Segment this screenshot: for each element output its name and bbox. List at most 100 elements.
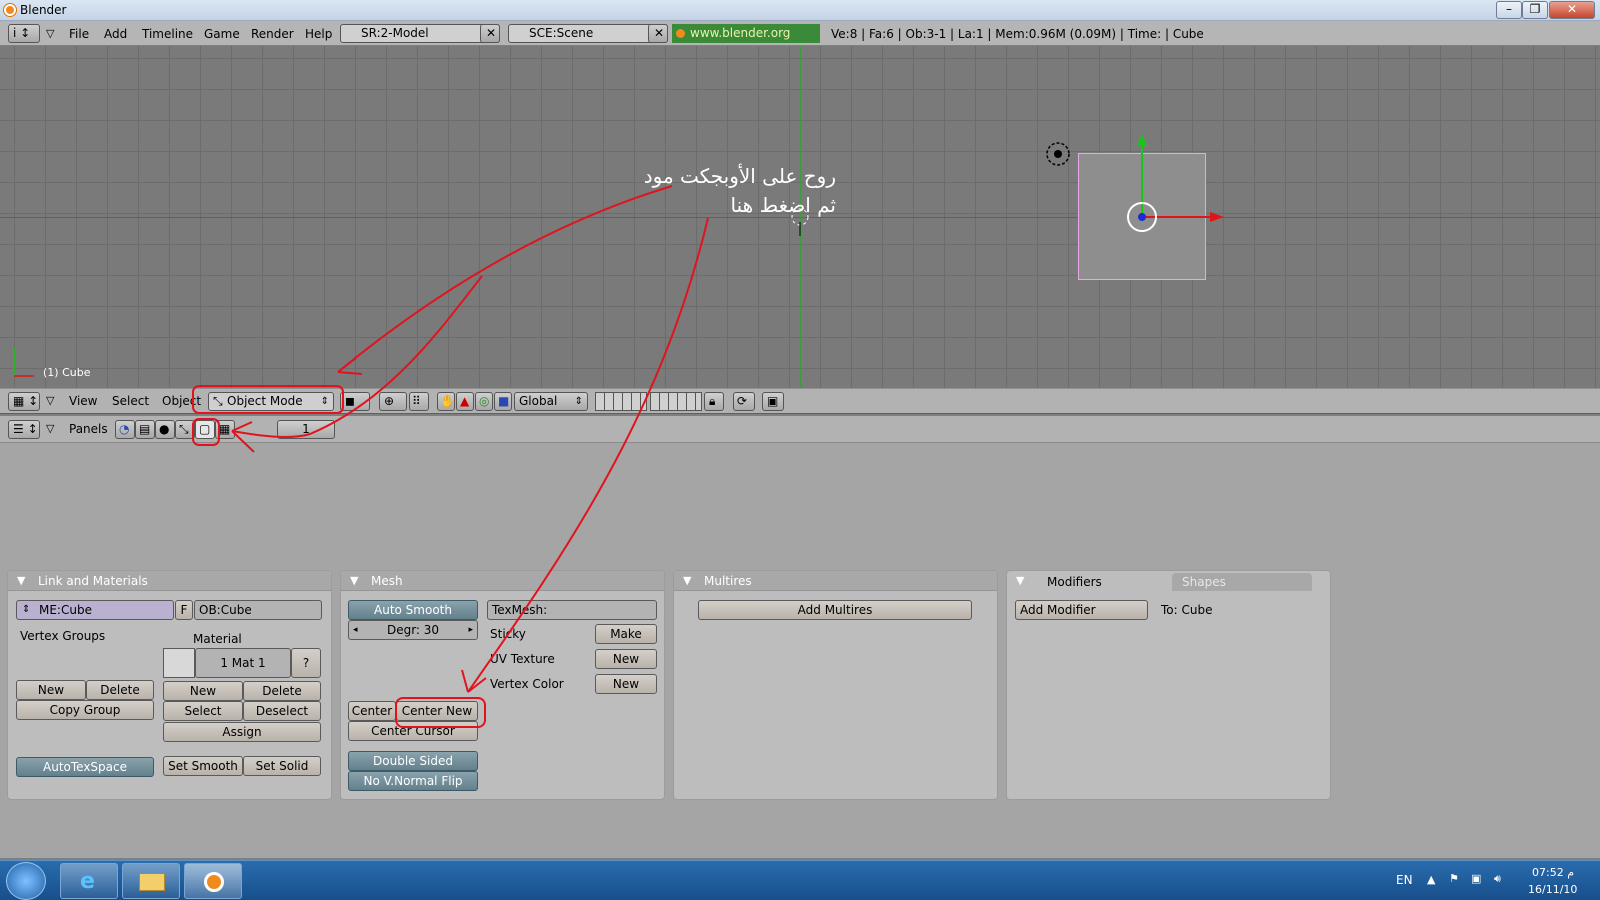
lock-icon[interactable]: 🔒︎ (704, 392, 724, 411)
layer-buttons-a[interactable] (595, 392, 647, 411)
clock-date[interactable]: 16/11/10 (1528, 883, 1577, 896)
explorer-folder-icon[interactable] (122, 863, 180, 899)
orientation-selector[interactable]: Global ⇕ (514, 392, 588, 411)
degree-field[interactable]: ◂ Degr: 30 ▸ (348, 620, 478, 640)
texmesh-field[interactable]: TexMesh: (487, 600, 657, 620)
auto-smooth-toggle[interactable]: Auto Smooth (348, 600, 478, 620)
material-delete-button[interactable]: Delete (243, 681, 321, 701)
link-icon[interactable]: ⟳ (733, 392, 755, 411)
collapse-menu-icon[interactable]: ▽ (46, 27, 54, 40)
scene-selector[interactable]: SCE:Scene (508, 24, 668, 43)
scene-delete-button[interactable]: ✕ (648, 24, 668, 43)
editing-context-icon[interactable]: ▢ (195, 420, 215, 439)
material-color-swatch[interactable] (163, 648, 195, 678)
tab-modifiers[interactable]: Modifiers (1037, 573, 1172, 591)
sticky-make-button[interactable]: Make (595, 624, 657, 644)
menu-object[interactable]: Object (162, 394, 201, 408)
collapse-menu-icon[interactable]: ▽ (46, 394, 54, 407)
collapse-triangle-icon[interactable]: ▼ (350, 574, 358, 587)
object-context-icon[interactable]: ⤡ (175, 420, 195, 439)
layer-buttons-b[interactable] (650, 392, 702, 411)
mesh-name-field[interactable]: ⇕ ME:Cube (16, 600, 174, 620)
collapse-menu-icon[interactable]: ▽ (46, 422, 54, 435)
3d-viewport[interactable]: روح على الأوبجكت مود ثم اضغط هنا (1) Cub… (0, 46, 1600, 388)
maximize-button[interactable]: ❐ (1522, 1, 1548, 19)
panel-header: ▼ Modifiers Shapes (1007, 571, 1330, 591)
frame-number-field[interactable]: 1 (277, 420, 335, 439)
screen-selector[interactable]: SR:2-Model (340, 24, 500, 43)
material-assign-button[interactable]: Assign (163, 722, 321, 742)
flag-icon[interactable]: ⚑ (1449, 872, 1459, 885)
autotexspace-toggle[interactable]: AutoTexSpace (16, 757, 154, 777)
scale-icon[interactable]: ■ (494, 392, 512, 411)
menu-add[interactable]: Add (104, 27, 127, 41)
menu-game[interactable]: Game (204, 27, 240, 41)
start-button-icon[interactable] (6, 862, 46, 900)
vertex-group-delete-button[interactable]: Delete (86, 680, 154, 700)
window-type-button[interactable]: ☰ ↕ (8, 420, 40, 439)
shading-context-icon[interactable]: ● (155, 420, 175, 439)
manipulator-toggle-icon[interactable]: ⠿ (409, 392, 429, 411)
window-title-bar: Blender – ❐ ✕ (0, 0, 1600, 21)
no-vnormal-flip-toggle[interactable]: No V.Normal Flip (348, 771, 478, 791)
clock-time[interactable]: 07:52 م (1532, 866, 1574, 879)
mode-selector[interactable]: ⤡ Object Mode ⇕ (208, 392, 334, 411)
center-cursor-button[interactable]: Center Cursor (348, 721, 478, 741)
blender-taskbar-icon[interactable] (184, 863, 242, 899)
material-deselect-button[interactable]: Deselect (243, 701, 321, 721)
menu-render[interactable]: Render (251, 27, 294, 41)
panel-header[interactable]: ▼ Mesh (341, 571, 664, 591)
pivot-button[interactable]: ⊕ (379, 392, 407, 411)
network-icon[interactable]: ▣ (1471, 872, 1481, 885)
center-button[interactable]: Center (348, 701, 396, 721)
menu-file[interactable]: File (69, 27, 89, 41)
vertex-color-new-button[interactable]: New (595, 674, 657, 694)
menu-select[interactable]: Select (112, 394, 149, 408)
screen-delete-button[interactable]: ✕ (480, 24, 500, 43)
panels-label[interactable]: Panels (69, 422, 108, 436)
collapse-triangle-icon[interactable]: ▼ (683, 574, 691, 587)
material-help-button[interactable]: ? (291, 648, 321, 678)
logic-context-icon[interactable]: ◔ (115, 420, 135, 439)
close-button[interactable]: ✕ (1549, 1, 1595, 19)
panel-header[interactable]: ▼ Link and Materials (8, 571, 331, 591)
vertex-color-label: Vertex Color (490, 677, 564, 691)
tab-shapes[interactable]: Shapes (1172, 573, 1312, 591)
add-modifier-button[interactable]: Add Modifier (1015, 600, 1148, 620)
copy-group-button[interactable]: Copy Group (16, 700, 154, 720)
double-sided-toggle[interactable]: Double Sided (348, 751, 478, 771)
center-new-button[interactable]: Center New (396, 701, 478, 721)
show-hidden-icons-icon[interactable]: ▲ (1427, 873, 1435, 886)
fake-user-button[interactable]: F (175, 600, 193, 620)
material-select-button[interactable]: Select (163, 701, 243, 721)
menu-help[interactable]: Help (305, 27, 332, 41)
hand-icon[interactable]: ✋ (437, 392, 455, 411)
version-badge[interactable]: www.blender.org 249.2 (672, 24, 820, 59)
minimize-button[interactable]: – (1496, 1, 1522, 19)
menu-timeline[interactable]: Timeline (142, 27, 193, 41)
menu-view[interactable]: View (69, 394, 97, 408)
rotate-icon[interactable]: ◎ (475, 392, 493, 411)
render-icon[interactable]: ▣ (762, 392, 784, 411)
window-type-button[interactable]: i ↕ (8, 24, 40, 43)
script-context-icon[interactable]: ▤ (135, 420, 155, 439)
uv-texture-new-button[interactable]: New (595, 649, 657, 669)
set-solid-button[interactable]: Set Solid (243, 756, 321, 776)
panel-header[interactable]: ▼ Multires (674, 571, 997, 591)
collapse-triangle-icon[interactable]: ▼ (1016, 574, 1024, 587)
object-name-field[interactable]: OB:Cube (194, 600, 322, 620)
scene-context-icon[interactable]: ▦ (215, 420, 235, 439)
language-indicator[interactable]: EN (1396, 873, 1413, 887)
material-new-button[interactable]: New (163, 681, 243, 701)
window-type-button[interactable]: ▦ ↕ (8, 392, 40, 411)
vertex-group-new-button[interactable]: New (16, 680, 86, 700)
set-smooth-button[interactable]: Set Smooth (163, 756, 243, 776)
add-multires-button[interactable]: Add Multires (698, 600, 972, 620)
material-index-field[interactable]: 1 Mat 1 (195, 648, 291, 678)
frame-number: 1 (302, 422, 310, 436)
volume-icon[interactable]: 🔊︎ (1494, 872, 1501, 886)
internet-explorer-icon[interactable]: e (60, 863, 118, 899)
draw-type-button[interactable]: ◼ (340, 392, 370, 411)
collapse-triangle-icon[interactable]: ▼ (17, 574, 25, 587)
translate-icon[interactable]: ▲ (456, 392, 474, 411)
